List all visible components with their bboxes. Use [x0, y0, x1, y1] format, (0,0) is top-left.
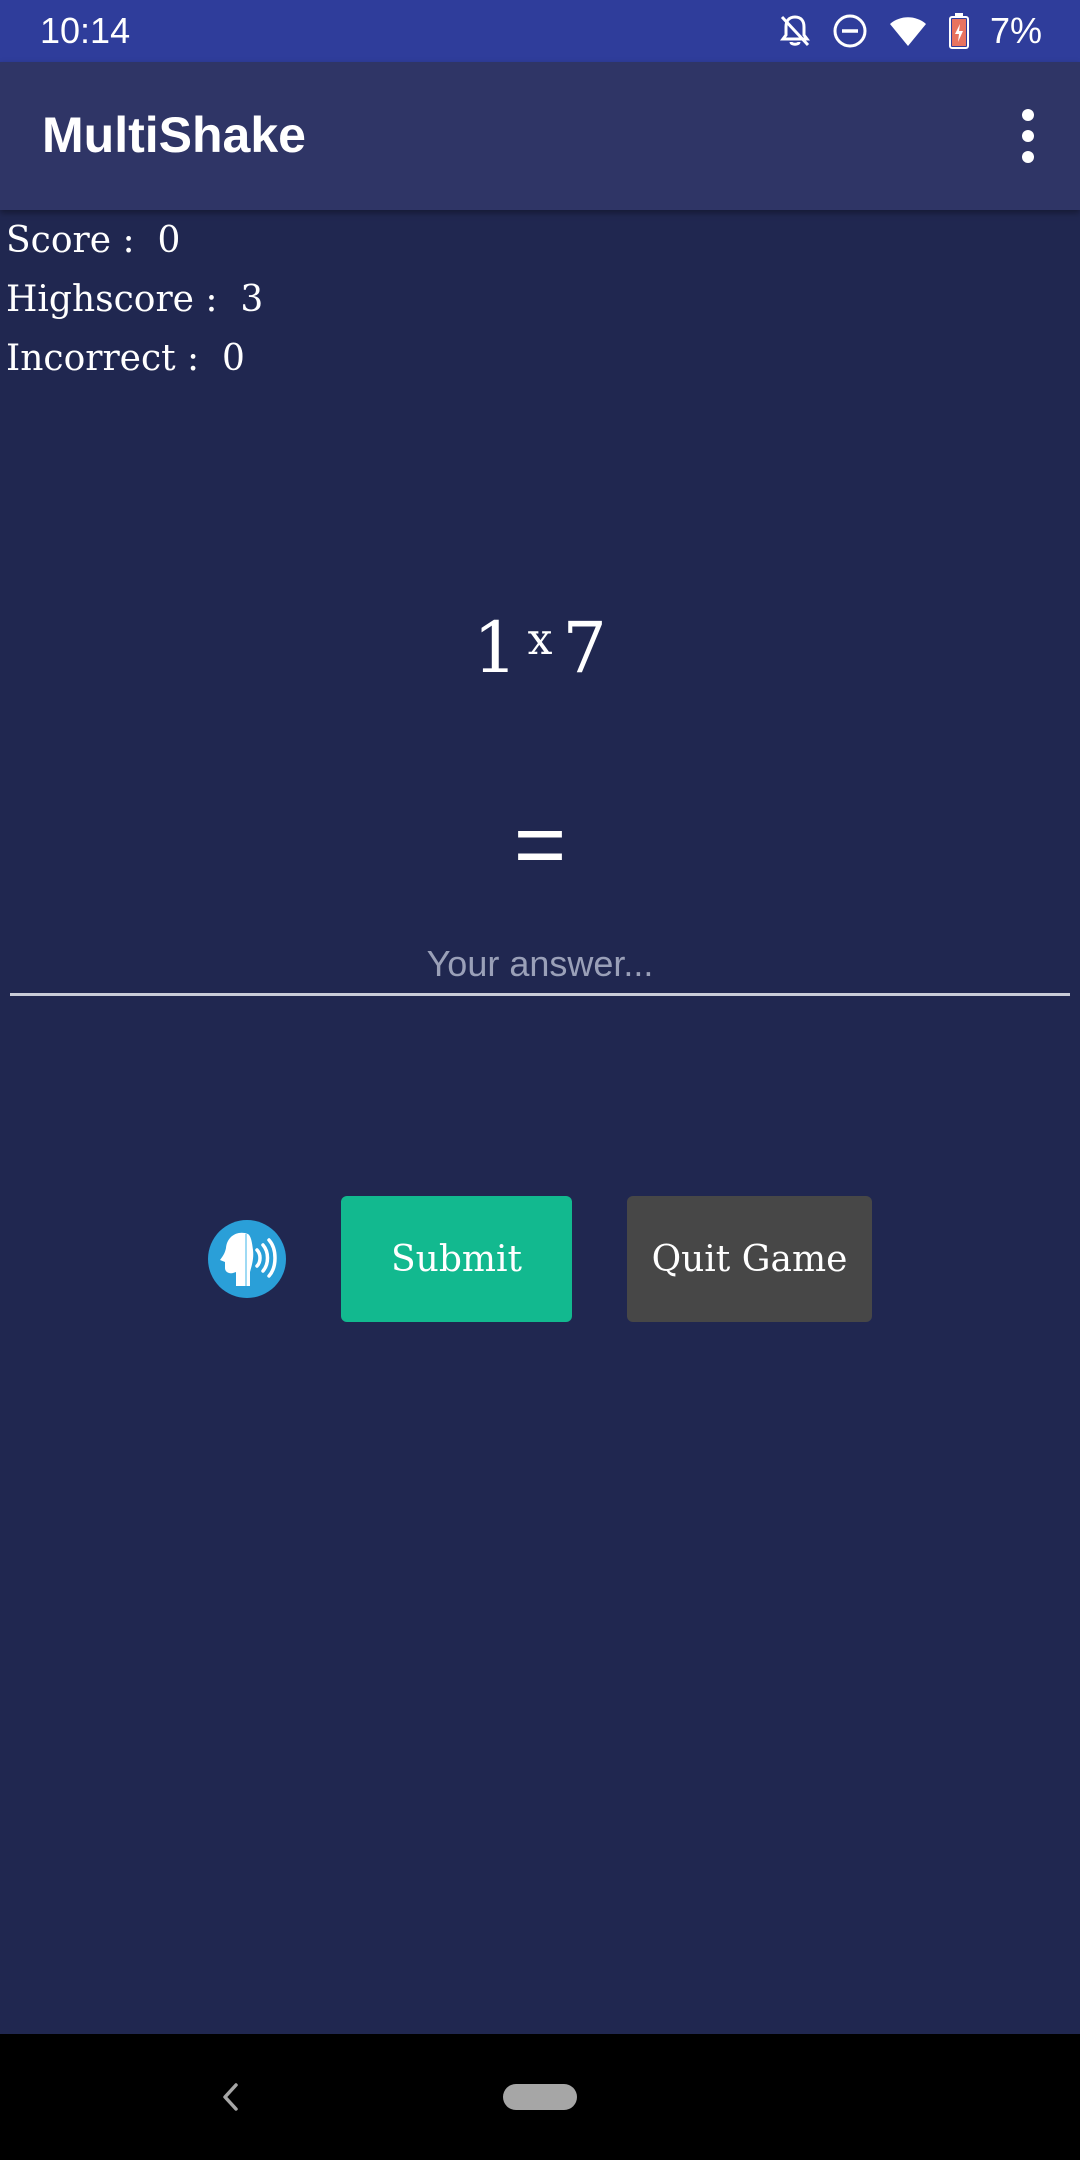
left-operand: 1: [473, 607, 518, 689]
status-time: 10:14: [40, 10, 131, 51]
home-pill-icon[interactable]: [503, 2084, 577, 2110]
app-bar: MultiShake: [0, 62, 1080, 210]
submit-button[interactable]: Submit: [341, 1196, 572, 1322]
back-icon[interactable]: [216, 2080, 246, 2114]
highscore-label: Highscore : 3: [6, 279, 264, 320]
more-vert-icon[interactable]: [996, 100, 1060, 172]
equals-sign: =: [513, 795, 567, 895]
status-icons: 7%: [778, 8, 1042, 54]
right-operand: 7: [562, 607, 607, 689]
incorrect-label: Incorrect : 0: [6, 338, 245, 379]
app-title: MultiShake: [42, 107, 306, 163]
voice-input-icon[interactable]: [208, 1220, 286, 1298]
notifications-off-icon: [778, 13, 812, 49]
battery-low-icon: [948, 12, 970, 50]
status-bar: 10:14 7%: [0, 0, 1080, 62]
stats-panel: Score : 0 Highscore : 3 Incorrect : 0: [6, 214, 263, 391]
operator: x: [527, 614, 553, 665]
battery-percent: 7%: [989, 10, 1042, 51]
wifi-icon: [888, 14, 928, 48]
question-expression: 1x7: [0, 590, 1080, 698]
quit-game-button[interactable]: Quit Game: [627, 1196, 872, 1322]
score-label: Score : 0: [6, 220, 181, 261]
answer-input[interactable]: [10, 934, 1070, 996]
do-not-disturb-icon: [832, 13, 868, 49]
navigation-bar: [0, 2034, 1080, 2160]
